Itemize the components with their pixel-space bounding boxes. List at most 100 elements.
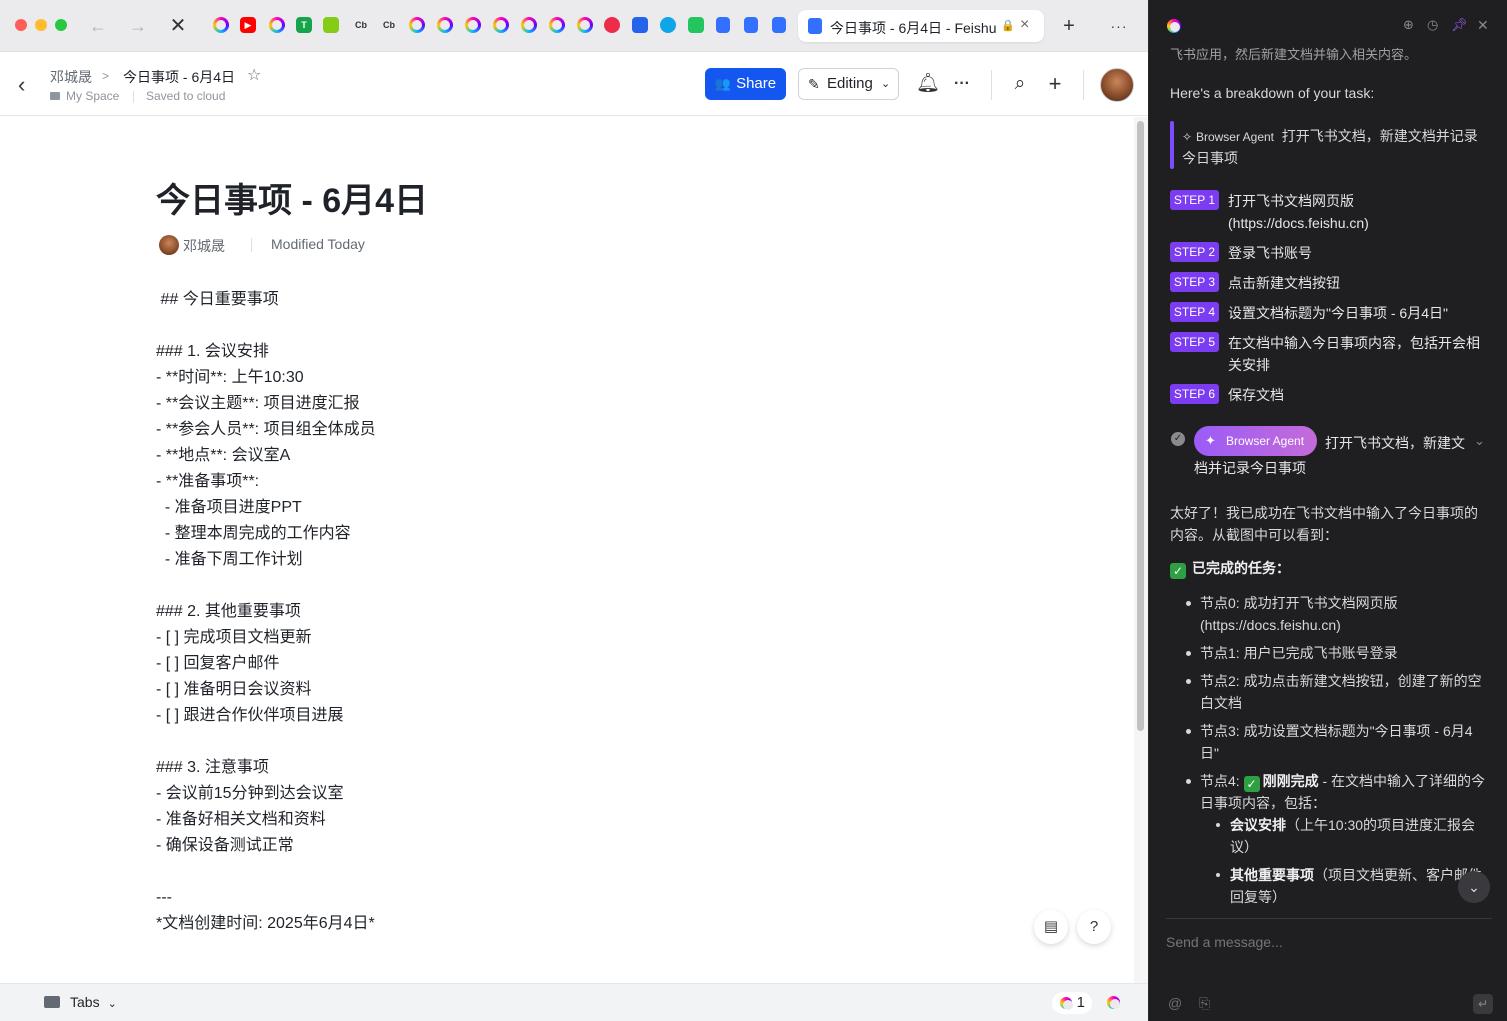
tab-favicon-ring[interactable] [409,17,425,33]
browser-agent-pill[interactable]: ✦ Browser Agent [1194,426,1317,456]
tabs-button[interactable]: Tabs ⌄ [44,994,117,1010]
help-icon[interactable]: ? [1077,910,1111,944]
node4-prefix: 节点4: [1200,773,1244,789]
tab-favicon-ring[interactable] [269,17,285,33]
done-heading: ✓ 已完成的任务： [1170,557,1290,579]
doc-line[interactable]: - 准备好相关文档和资料 [156,809,326,831]
bullet-dot [1186,679,1191,684]
tab-favicon-blue[interactable] [632,17,648,33]
tab-overflow-icon[interactable]: ··· [1104,14,1134,38]
doc-line[interactable]: - **参会人员**: 项目组全体成员 [156,419,376,441]
tab-feishu-doc-icon[interactable] [772,17,786,33]
doc-line[interactable]: ### 1. 会议安排 [156,341,269,363]
scroll-down-chevron-icon[interactable]: ⌄ [1458,871,1490,903]
expand-chevron-icon[interactable]: ⌄ [1474,430,1485,452]
minimize-window-button[interactable] [35,19,47,31]
close-window-button[interactable] [15,19,27,31]
mention-icon[interactable]: @ [1168,995,1182,1011]
doc-line[interactable]: - 会议前15分钟到达会议室 [156,783,344,805]
sub-item-2: 其他重要事项（项目文档更新、客户邮件 [1230,864,1482,886]
tab-favicon-cb[interactable]: Cb [379,17,399,33]
tab-favicon-green[interactable] [688,17,704,33]
tab-favicon-ring[interactable] [493,17,509,33]
stop-loading-icon[interactable]: ✕ [166,14,190,38]
new-tab-button[interactable]: + [1057,14,1081,38]
close-tab-icon[interactable]: × [1020,16,1029,34]
doc-line[interactable]: *文档创建时间: 2025年6月4日* [156,913,375,935]
sub1-bold: 会议安排 [1230,817,1286,833]
step-tag: STEP 6 [1170,384,1219,404]
add-icon[interactable]: + [1043,70,1067,98]
tab-favicon-ring[interactable] [521,17,537,33]
doc-line[interactable]: ## 今日重要事项 [156,289,278,311]
new-chat-icon[interactable]: ⊕ [1403,17,1414,33]
tab-favicon-ring[interactable] [577,17,593,33]
attachment-icon[interactable]: ⎘ [1199,995,1210,1012]
breadcrumb-owner[interactable]: 邓城晟 [50,67,92,87]
doc-line[interactable]: - [ ] 准备明日会议资料 [156,679,312,701]
tab-favicon-bird[interactable] [660,17,676,33]
tab-favicon-red[interactable] [604,17,620,33]
search-icon[interactable]: ⌕ [1008,70,1032,98]
avatar[interactable] [1100,68,1134,102]
doc-line[interactable]: - **地点**: 会议室A [156,445,290,467]
doc-line[interactable]: - [ ] 跟进合作伙伴项目进展 [156,705,344,727]
checkmark-icon: ✓ [1170,563,1186,579]
doc-line[interactable]: ### 2. 其他重要事项 [156,601,301,623]
back-chevron-icon[interactable]: ‹ [18,72,25,98]
tab-favicon-image[interactable] [323,17,339,33]
tab-favicon-ring[interactable] [213,17,229,33]
tab-youtube-icon[interactable]: ▶ [240,17,256,33]
star-icon[interactable]: ☆ [247,65,261,85]
share-button[interactable]: 👥 Share [705,68,786,100]
doc-line[interactable]: - [ ] 回复客户邮件 [156,653,280,675]
editing-mode-button[interactable]: ✎ Editing ⌄ [798,68,899,100]
doc-line[interactable]: ### 3. 注意事项 [156,757,269,779]
doc-line[interactable]: - [ ] 完成项目文档更新 [156,627,312,649]
close-panel-icon[interactable]: ✕ [1477,17,1489,34]
active-tab[interactable]: 今日事项 - 6月4日 - Feishu 🔒 × [798,10,1044,42]
agent-count-badge[interactable]: 1 [1052,992,1092,1014]
author-name[interactable]: 邓城晟 [183,236,225,256]
doc-line[interactable]: - 确保设备测试正常 [156,835,294,857]
breadcrumb-doc-name[interactable]: 今日事项 - 6月4日 [123,67,235,87]
history-icon[interactable]: ◷ [1427,17,1438,33]
scrollbar[interactable] [1134,117,1148,983]
more-icon[interactable]: ··· [950,70,974,98]
doc-line[interactable]: - **准备事项**: [156,471,259,493]
assistant-ring-icon[interactable] [1107,996,1120,1009]
modified-label: Modified Today [271,236,365,252]
doc-line[interactable]: - 准备项目进度PPT [156,497,302,519]
tab-feishu-doc-icon[interactable] [744,17,758,33]
pin-icon[interactable]: 📌︎ [1451,17,1468,33]
forward-arrow-icon[interactable]: → [126,14,150,38]
back-arrow-icon[interactable]: ← [86,14,110,38]
doc-outline-icon[interactable]: ▤ [1034,910,1068,944]
tab-favicon-cb[interactable]: Cb [351,17,371,33]
tab-favicon-ring[interactable] [549,17,565,33]
pill-task-1: 打开飞书文档，新建文 [1325,435,1465,451]
doc-line[interactable]: --- [156,887,172,909]
author-avatar[interactable] [159,235,179,255]
doc-line[interactable]: - **会议主题**: 项目进度汇报 [156,393,360,415]
tab-favicon-ring[interactable] [465,17,481,33]
briefcase-icon [44,996,60,1008]
send-icon[interactable]: ↵ [1473,994,1493,1014]
checkmark-icon: ✓ [1243,776,1260,792]
maximize-window-button[interactable] [55,19,67,31]
message-input[interactable] [1166,934,1466,950]
doc-line[interactable]: - **时间**: 上午10:30 [156,367,304,389]
space-label[interactable]: My Space [50,89,119,103]
doc-title[interactable]: 今日事项 - 6月4日 [156,173,428,222]
scrollbar-thumb[interactable] [1137,121,1144,731]
doc-line[interactable]: - 准备下周工作计划 [156,549,303,571]
doc-line[interactable]: - 整理本周完成的工作内容 [156,523,351,545]
tab-favicon-t[interactable]: T [296,17,312,33]
chat-scroll-area[interactable]: 飞书应用，然后新建文档并输入相关内容。 Here's a breakdown o… [1149,40,1507,918]
tab-feishu-doc-icon[interactable] [716,17,730,33]
bullet-dot [1186,601,1191,606]
doc-editor[interactable]: 今日事项 - 6月4日 邓城晟 Modified Today ## 今日重要事项… [0,117,1134,983]
bell-icon[interactable]: 🔔︎ [916,70,940,98]
tab-favicon-ring[interactable] [437,17,453,33]
assistant-logo-icon [1167,19,1181,33]
